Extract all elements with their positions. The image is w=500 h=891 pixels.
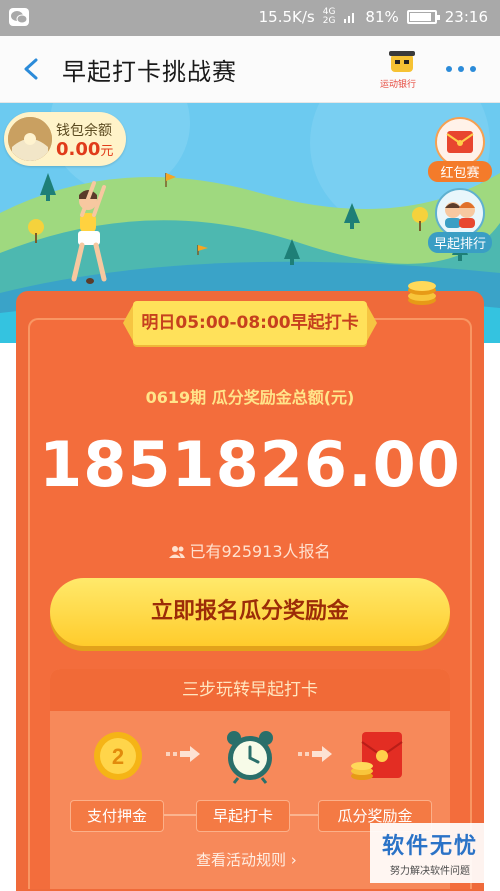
red-packet-race-button[interactable]: 红包赛 bbox=[428, 117, 492, 182]
period-label: 0619期 瓜分奖励金总额(元) bbox=[145, 388, 355, 407]
page-title: 早起打卡挑战赛 bbox=[62, 58, 237, 86]
step-pay-deposit: 支付押金 bbox=[70, 800, 164, 832]
red-packet-label: 红包赛 bbox=[428, 161, 492, 182]
view-rules-link[interactable]: 查看活动规则 › bbox=[196, 849, 297, 870]
ranking-avatars-icon bbox=[435, 188, 485, 238]
network-speed: 15.5K/s bbox=[258, 8, 315, 26]
joined-count: 已有925913人报名 bbox=[0, 538, 500, 562]
alarm-clock-icon bbox=[227, 731, 273, 784]
signup-button[interactable]: 立即报名瓜分奖励金 bbox=[50, 578, 450, 646]
back-arrow-icon[interactable] bbox=[18, 54, 46, 84]
red-packet-icon bbox=[435, 117, 485, 167]
nav-bar: 早起打卡挑战赛 运动银行 bbox=[0, 36, 500, 103]
wallet-label: 钱包余额 bbox=[56, 123, 112, 139]
watermark: 软件无忧 努力解决软件问题 bbox=[370, 823, 490, 883]
wechat-icon bbox=[9, 8, 29, 26]
wallet-amount: 0.00元 bbox=[56, 139, 114, 160]
battery-icon bbox=[406, 10, 440, 24]
coins-icon bbox=[408, 281, 436, 305]
more-options-icon[interactable] bbox=[444, 64, 478, 74]
signal-icon bbox=[344, 13, 355, 23]
steps-title: 三步玩转早起打卡 bbox=[50, 669, 450, 711]
wallet-balance[interactable]: 钱包余额 0.00元 bbox=[4, 112, 126, 166]
red-envelope-icon bbox=[351, 732, 403, 780]
battery-percent: 81% bbox=[365, 8, 399, 26]
people-icon bbox=[169, 546, 186, 558]
prize-total: 1851826.00 bbox=[39, 428, 461, 501]
coin-icon: 2 bbox=[94, 732, 142, 780]
ranking-label: 早起排行 bbox=[428, 232, 492, 253]
network-type: 4G 2G bbox=[322, 7, 336, 26]
svg-text:2: 2 bbox=[112, 744, 124, 769]
early-ranking-button[interactable]: 早起排行 bbox=[428, 188, 492, 253]
sport-bank-label: 运动银行 bbox=[380, 80, 417, 90]
schedule-banner: 明日05:00-08:00早起打卡 bbox=[123, 301, 377, 345]
clock: 23:16 bbox=[444, 8, 488, 26]
step-early-checkin: 早起打卡 bbox=[196, 800, 290, 832]
watermark-subtitle: 努力解决软件问题 bbox=[390, 866, 470, 877]
arrow-right-icon bbox=[298, 746, 332, 762]
status-bar: 15.5K/s 4G 2G 81% 23:16 bbox=[0, 0, 500, 36]
watermark-title: 软件无忧 bbox=[381, 834, 478, 859]
wallet-avatar bbox=[8, 117, 52, 161]
arrow-right-icon bbox=[166, 746, 200, 762]
